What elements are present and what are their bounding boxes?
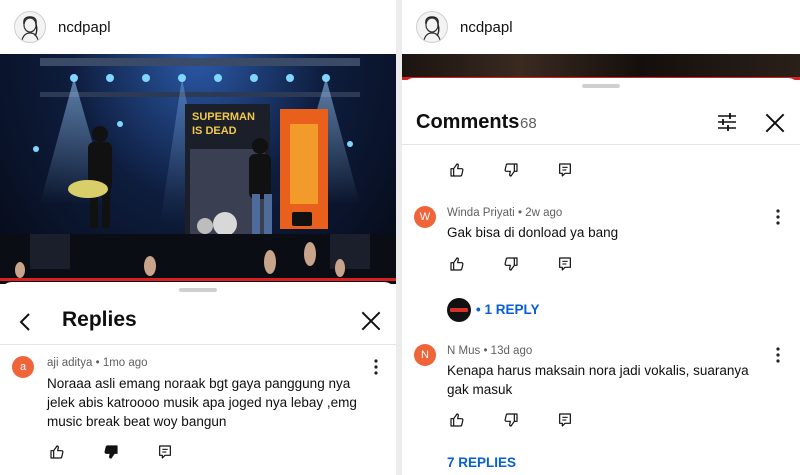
replies-header: Replies: [0, 300, 396, 342]
comments-count: 68: [520, 115, 537, 132]
like-button[interactable]: [447, 160, 467, 180]
dislike-button[interactable]: [501, 410, 521, 430]
commenter-avatar[interactable]: W: [414, 206, 436, 228]
comment-meta: Winda Priyati • 2w ago: [447, 207, 562, 219]
comment-reply-icon: [559, 163, 571, 177]
commenter-avatar[interactable]: a: [12, 356, 34, 378]
profile-username[interactable]: ncdpapl: [460, 19, 513, 36]
comment-text: Noraaa asli emang noraak bgt gaya panggu…: [47, 376, 357, 429]
reply-button[interactable]: [555, 160, 575, 180]
more-vert-icon[interactable]: [770, 346, 786, 364]
chevron-left-icon[interactable]: [14, 310, 38, 334]
dislike-button[interactable]: [101, 442, 121, 462]
comment-text: Kenapa harus maksain nora jadi vokalis, …: [447, 363, 749, 397]
comment-author[interactable]: Winda Priyati: [447, 207, 515, 219]
like-button[interactable]: [47, 442, 67, 462]
creator-avatar: [447, 298, 471, 322]
dislike-button[interactable]: [501, 254, 521, 274]
concert-scene-image: SUPERMAN IS DEAD: [0, 58, 396, 284]
comment-time: 13d ago: [490, 345, 533, 357]
comment-actions: [447, 410, 609, 430]
thumb-up-icon: [450, 413, 464, 427]
comment-time: 2w ago: [525, 207, 563, 219]
meta-separator: •: [483, 345, 491, 357]
thumb-up-icon: [50, 445, 64, 459]
profile-header: ncdpapl: [0, 0, 396, 54]
comment-text: Gak bisa di donload ya bang: [447, 225, 619, 240]
profile-header: ncdpapl: [402, 0, 800, 54]
thumb-down-icon: [104, 445, 118, 459]
right-panel: ncdpapl Comments 68 W Winda Priyati • 2w…: [402, 0, 800, 475]
left-panel: ncdpapl SUPERMAN IS DEAD Replies a aji a…: [0, 0, 396, 475]
dislike-button[interactable]: [501, 160, 521, 180]
view-replies-link[interactable]: • 1 REPLY: [476, 302, 540, 317]
replies-title: Replies: [62, 308, 137, 331]
drag-handle[interactable]: [179, 288, 217, 292]
comments-sheet: Comments 68 W Winda Priyati • 2w ago Gak…: [402, 78, 800, 475]
channel-logo-icon: [450, 308, 468, 312]
comment-actions: [447, 254, 609, 274]
close-icon[interactable]: [762, 110, 788, 136]
thumb-down-icon: [504, 257, 518, 271]
video-progress-bar[interactable]: [0, 278, 396, 281]
comment-meta: N Mus • 13d ago: [447, 345, 532, 357]
comment-author[interactable]: N Mus: [447, 345, 480, 357]
view-replies-link[interactable]: 7 REPLIES: [447, 455, 516, 470]
profile-username[interactable]: ncdpapl: [58, 19, 111, 36]
like-button[interactable]: [447, 410, 467, 430]
video-player-minimized[interactable]: [402, 54, 800, 80]
meta-separator: •: [95, 357, 103, 369]
profile-avatar[interactable]: [14, 11, 46, 43]
reply-button[interactable]: [555, 254, 575, 274]
comment-actions: [447, 160, 609, 180]
thumb-up-icon: [450, 257, 464, 271]
close-icon[interactable]: [358, 308, 384, 334]
header-divider: [402, 144, 800, 145]
reply-button[interactable]: [155, 442, 175, 462]
comments-title: Comments: [416, 111, 520, 133]
comment-reply-icon: [559, 413, 571, 427]
replies-sheet: Replies a aji aditya • 1mo ago Noraaa as…: [0, 282, 396, 475]
comment-actions: [47, 442, 209, 462]
comment-reply-icon: [559, 257, 571, 271]
user-avatar-icon: [21, 16, 39, 40]
drag-handle[interactable]: [582, 84, 620, 88]
header-divider: [0, 344, 396, 345]
commenter-avatar[interactable]: N: [414, 344, 436, 366]
comment-reply-icon: [159, 445, 171, 459]
reply-button[interactable]: [555, 410, 575, 430]
thumb-down-icon: [504, 413, 518, 427]
user-avatar-icon: [423, 16, 441, 40]
thumb-down-icon: [504, 163, 518, 177]
thumb-up-icon: [450, 163, 464, 177]
video-player[interactable]: SUPERMAN IS DEAD: [0, 54, 396, 284]
banner-text-line1: SUPERMAN: [192, 111, 255, 123]
comment-author[interactable]: aji aditya: [47, 357, 92, 369]
banner-text-line2: IS DEAD: [192, 125, 237, 137]
like-button[interactable]: [447, 254, 467, 274]
comment-meta: aji aditya • 1mo ago: [47, 357, 148, 369]
more-vert-icon[interactable]: [770, 208, 786, 226]
tune-icon[interactable]: [715, 110, 739, 134]
profile-avatar[interactable]: [416, 11, 448, 43]
comment-time: 1mo ago: [102, 357, 148, 369]
